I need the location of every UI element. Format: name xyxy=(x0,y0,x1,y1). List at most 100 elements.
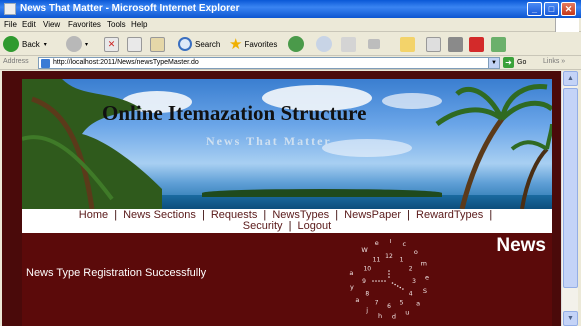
address-label: Address xyxy=(3,58,29,65)
clock-number: 11 xyxy=(373,256,381,263)
menu-edit[interactable]: Edit xyxy=(22,20,36,29)
news-heading: News xyxy=(496,235,546,256)
clock-letter: j xyxy=(365,306,368,314)
star-icon: ★ xyxy=(229,36,243,53)
page-content: Online Itemazation Structure News That M… xyxy=(2,71,561,326)
nav-security[interactable]: Security xyxy=(243,220,283,232)
print-icon xyxy=(341,36,356,52)
mail-button[interactable] xyxy=(316,35,332,53)
clock-letter: e xyxy=(425,273,429,281)
nav-rewardtypes[interactable]: RewardTypes xyxy=(416,209,483,221)
history-button[interactable] xyxy=(288,35,304,53)
main-navigation: Home | News Sections | Requests | NewsTy… xyxy=(22,209,552,233)
clock-letter: a xyxy=(349,269,353,277)
flag-button[interactable] xyxy=(469,35,484,53)
clock-hand-dot xyxy=(378,280,380,282)
nav-news-sections[interactable]: News Sections xyxy=(123,209,196,221)
edit-button[interactable] xyxy=(368,35,380,53)
refresh-icon xyxy=(127,36,142,52)
messenger-button[interactable] xyxy=(426,35,441,53)
menu-help[interactable]: Help xyxy=(131,20,147,29)
folder-button[interactable] xyxy=(400,35,415,53)
clock-number: 9 xyxy=(362,278,366,285)
back-button[interactable]: Back ▾ xyxy=(3,35,47,53)
palm-tree-left-icon xyxy=(22,79,162,209)
messenger-icon xyxy=(426,36,441,52)
status-message: News Type Registration Successfully xyxy=(26,267,207,279)
discuss-button[interactable] xyxy=(491,35,506,53)
clock-letter: h xyxy=(378,312,382,320)
research-icon xyxy=(448,36,463,52)
stop-button[interactable]: ✕ xyxy=(104,35,119,53)
go-label: Go xyxy=(517,59,527,66)
home-button[interactable] xyxy=(150,35,165,53)
clock-letter: c xyxy=(403,240,407,248)
menu-bar: File Edit View Favorites Tools Help xyxy=(0,18,581,32)
clock-hand-dot xyxy=(402,288,404,290)
page-icon xyxy=(41,59,50,68)
favorites-label: Favorites xyxy=(244,39,278,49)
go-button[interactable]: ➜ Go xyxy=(503,57,526,68)
nav-home[interactable]: Home xyxy=(79,209,108,221)
vertical-scrollbar[interactable]: ▲ ▼ xyxy=(561,71,578,326)
window-title: News That Matter - Microsoft Internet Ex… xyxy=(20,3,240,14)
nav-separator: | xyxy=(407,209,410,221)
scroll-up-icon[interactable]: ▲ xyxy=(563,71,578,86)
search-icon xyxy=(178,37,192,51)
clock-hand-dot xyxy=(391,282,394,284)
header-banner: Online Itemazation Structure News That M… xyxy=(22,79,552,209)
clock-letter: o xyxy=(414,248,418,256)
title-bar[interactable]: News That Matter - Microsoft Internet Ex… xyxy=(0,0,581,18)
forward-button[interactable]: ▾ xyxy=(66,35,88,53)
nav-separator: | xyxy=(335,209,339,221)
scroll-down-icon[interactable]: ▼ xyxy=(563,311,578,326)
address-bar: Address http://localhost:2011/News/newsT… xyxy=(0,56,581,70)
close-button[interactable]: ✕ xyxy=(561,2,576,16)
clock-number: 12 xyxy=(385,253,393,260)
clock-hand-dot xyxy=(384,280,386,282)
nav-logout[interactable]: Logout xyxy=(298,220,332,232)
favorites-button[interactable]: ★ Favorites xyxy=(229,35,277,53)
print-button[interactable] xyxy=(341,35,356,53)
minimize-button[interactable]: _ xyxy=(527,2,542,16)
clock-hand-dot xyxy=(372,280,374,282)
scroll-thumb[interactable] xyxy=(563,88,578,288)
maximize-button[interactable]: □ xyxy=(544,2,559,16)
back-dropdown-icon[interactable]: ▾ xyxy=(44,41,47,48)
address-dropdown-icon[interactable]: ▼ xyxy=(488,58,499,68)
clock-letter: l xyxy=(390,239,392,245)
refresh-button[interactable] xyxy=(127,35,142,53)
clock-hand-dot xyxy=(388,270,390,272)
clock-letter: d xyxy=(392,313,396,321)
clock-number: 3 xyxy=(412,278,416,285)
discuss-icon xyxy=(491,36,506,52)
back-label: Back xyxy=(22,39,40,49)
search-button[interactable]: Search xyxy=(178,35,220,53)
edit-icon xyxy=(368,39,380,49)
clock-number: 5 xyxy=(400,300,404,307)
address-url[interactable]: http://localhost:2011/News/newsTypeMaste… xyxy=(53,59,199,66)
menu-view[interactable]: View xyxy=(43,20,60,29)
nav-separator: | xyxy=(288,220,292,232)
clock-number: 2 xyxy=(409,266,413,273)
clock-letter: a xyxy=(416,299,420,307)
palm-tree-right-icon xyxy=(435,83,552,209)
menu-tools[interactable]: Tools xyxy=(107,20,126,29)
clock-hand-dot xyxy=(388,276,390,278)
menu-favorites[interactable]: Favorites xyxy=(68,20,101,29)
research-button[interactable] xyxy=(448,35,463,53)
history-icon xyxy=(288,36,304,52)
address-input[interactable]: http://localhost:2011/News/newsTypeMaste… xyxy=(38,57,500,69)
site-title: Online Itemazation Structure xyxy=(102,101,367,125)
clock-number: 4 xyxy=(409,291,413,298)
windows-logo-icon xyxy=(555,18,579,32)
links-button[interactable]: Links » xyxy=(543,58,565,65)
nav-newspaper[interactable]: NewsPaper xyxy=(344,209,401,221)
menu-file[interactable]: File xyxy=(4,20,17,29)
clock-letter: W xyxy=(361,246,368,254)
go-arrow-icon: ➜ xyxy=(503,57,514,68)
nav-separator: | xyxy=(201,209,205,221)
clock-number: 1 xyxy=(400,256,404,263)
text-clock-widget: We l comeSaudhjaya 12 1234567891011 xyxy=(349,239,429,321)
clock-number: 6 xyxy=(387,303,391,310)
